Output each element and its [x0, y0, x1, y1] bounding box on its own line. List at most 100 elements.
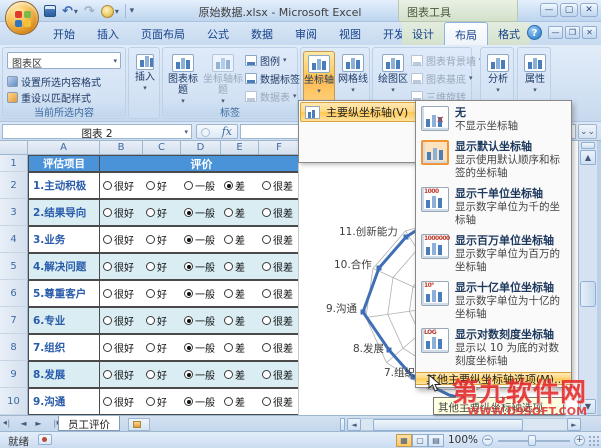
chart-floor-button[interactable]: 图表基底 ▾	[411, 70, 483, 86]
legend-button[interactable]: 图例 ▾	[245, 52, 307, 68]
scroll-up-icon[interactable]: ▲	[580, 150, 596, 165]
tab-split-handle[interactable]	[340, 417, 345, 431]
row-number[interactable]: 5	[0, 253, 28, 280]
column-header-D[interactable]: D	[181, 141, 221, 155]
radio-差[interactable]	[224, 289, 233, 298]
rating-cell-差[interactable]: 差	[221, 362, 259, 387]
rating-cell-很好[interactable]: 很好	[100, 281, 143, 306]
rating-cell-差[interactable]: 差	[221, 173, 259, 198]
radio-很差[interactable]	[262, 343, 271, 352]
row-number[interactable]: 7	[0, 307, 28, 334]
chart-title-button[interactable]: 图表标题 ▾	[165, 51, 201, 105]
office-button[interactable]	[5, 1, 39, 35]
row-number[interactable]: 3	[0, 199, 28, 226]
radio-差[interactable]	[224, 370, 233, 379]
workbook-restore-icon[interactable]: ❐	[565, 26, 580, 39]
rating-cell-好[interactable]: 好	[143, 227, 181, 252]
submenu-item-6[interactable]: LOG 显示对数刻度坐标轴 显示以 10 为底的对数刻度坐标轴	[416, 325, 571, 372]
rating-cell-很好[interactable]: 很好	[100, 227, 143, 252]
custom-tool-icon[interactable]: ▾	[100, 3, 119, 19]
zoom-slider-thumb[interactable]	[528, 435, 536, 446]
column-header-E[interactable]: E	[221, 141, 259, 155]
rating-cell-一般[interactable]: 一般	[181, 335, 221, 360]
rating-cell-好[interactable]: 好	[143, 308, 181, 333]
column-header-B[interactable]: B	[100, 141, 143, 155]
radio-差[interactable]	[224, 343, 233, 352]
insert-worksheet-tab[interactable]	[128, 418, 150, 431]
radio-差[interactable]	[224, 235, 233, 244]
item-label-cell[interactable]: 3.业务	[28, 226, 100, 253]
row-number[interactable]: 1	[0, 155, 28, 172]
tab-公式[interactable]: 公式	[196, 22, 240, 45]
rating-cell-很好[interactable]: 很好	[100, 389, 143, 414]
rating-cell-很好[interactable]: 很好	[100, 362, 143, 387]
submenu-item-4[interactable]: 1000000 显示百万单位坐标轴 显示数字单位为百万的坐标轴	[416, 231, 571, 278]
rating-cell-好[interactable]: 好	[143, 335, 181, 360]
rating-cell-很好[interactable]: 很好	[100, 200, 143, 225]
tab-审阅[interactable]: 审阅	[284, 22, 328, 45]
column-header-A[interactable]: A	[28, 141, 100, 155]
radio-很好[interactable]	[103, 262, 112, 271]
radio-很差[interactable]	[262, 316, 271, 325]
rating-cell-差[interactable]: 差	[221, 254, 259, 279]
scroll-left-icon[interactable]: ◄	[347, 417, 361, 431]
radio-差[interactable]	[224, 397, 233, 406]
sheet-tab-active[interactable]: 员工评价	[58, 416, 120, 431]
next-sheet-icon[interactable]: ►	[32, 417, 45, 430]
row-number[interactable]: 2	[0, 172, 28, 199]
item-label-cell[interactable]: 4.解决问题	[28, 253, 100, 280]
scroll-right-icon[interactable]: ►	[567, 417, 581, 431]
radio-一般-selected[interactable]	[184, 343, 193, 352]
item-label-cell[interactable]: 5.尊重客户	[28, 280, 100, 307]
rating-cell-差[interactable]: 差	[221, 227, 259, 252]
minimize-icon[interactable]: —	[540, 3, 558, 17]
rating-cell-一般[interactable]: 一般	[181, 308, 221, 333]
close-icon[interactable]: ✕	[580, 3, 598, 17]
customize-qat-icon[interactable]: ▾	[124, 4, 138, 18]
rating-cell-差[interactable]: 差	[221, 335, 259, 360]
hscroll-thumb[interactable]	[373, 418, 523, 431]
radio-一般-selected[interactable]	[184, 289, 193, 298]
save-icon[interactable]	[44, 3, 56, 19]
item-label-cell[interactable]: 8.发展	[28, 361, 100, 388]
tab-插入[interactable]: 插入	[86, 22, 130, 45]
data-labels-button[interactable]: 数据标签▾	[245, 70, 307, 86]
scroll-down-icon[interactable]: ▼	[580, 399, 596, 414]
context-tab-格式[interactable]: 格式	[488, 22, 530, 45]
zoom-out-icon[interactable]: −	[482, 435, 493, 446]
header-item-cell[interactable]: 评估项目	[28, 155, 100, 172]
row-number[interactable]: 9	[0, 361, 28, 388]
tab-数据[interactable]: 数据	[240, 22, 284, 45]
row-number[interactable]: 10	[0, 388, 28, 415]
prev-sheet-icon[interactable]: ◄	[17, 417, 30, 430]
radio-差[interactable]	[224, 262, 233, 271]
reset-style-button[interactable]: 重设以匹配样式	[7, 90, 91, 105]
analysis-button[interactable]: 分析 ▾	[482, 51, 514, 105]
radio-一般-selected[interactable]	[184, 397, 193, 406]
tab-页面布局[interactable]: 页面布局	[130, 22, 196, 45]
radio-一般-selected[interactable]	[184, 316, 193, 325]
radio-很好[interactable]	[103, 235, 112, 244]
select-all-corner[interactable]	[0, 141, 28, 155]
item-label-cell[interactable]: 9.沟通	[28, 388, 100, 415]
row-number[interactable]: 8	[0, 334, 28, 361]
properties-button[interactable]: 属性 ▾	[519, 51, 551, 105]
radio-好[interactable]	[146, 289, 155, 298]
rating-cell-一般[interactable]: 一般	[181, 227, 221, 252]
rating-cell-一般[interactable]: 一般	[181, 362, 221, 387]
item-label-cell[interactable]: 1.主动积极	[28, 172, 100, 199]
row-number[interactable]: 4	[0, 226, 28, 253]
rating-cell-很差[interactable]: 很差	[259, 173, 300, 198]
radio-好[interactable]	[146, 262, 155, 271]
axes-button[interactable]: 坐标轴 ▾	[303, 51, 335, 105]
tab-视图[interactable]: 视图	[328, 22, 372, 45]
vertical-scrollbar[interactable]: ▲ ▼	[578, 141, 597, 415]
rating-cell-很好[interactable]: 很好	[100, 173, 143, 198]
help-icon[interactable]: ?	[527, 25, 542, 40]
radio-很好[interactable]	[103, 316, 112, 325]
rating-cell-一般[interactable]: 一般	[181, 281, 221, 306]
hscroll-track[interactable]	[361, 417, 567, 431]
column-header-F[interactable]: F	[259, 141, 300, 155]
rating-cell-差[interactable]: 差	[221, 389, 259, 414]
rating-cell-很差[interactable]: 很差	[259, 362, 300, 387]
